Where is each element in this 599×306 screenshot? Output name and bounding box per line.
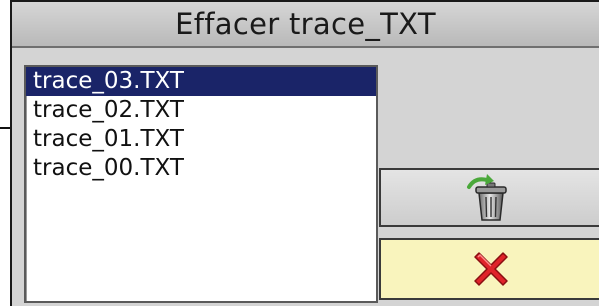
list-item-trace-00[interactable]: trace_00.TXT xyxy=(26,154,376,183)
delete-trace-dialog: Effacer trace_TXT trace_03.TXT trace_02.… xyxy=(10,0,599,306)
cancel-button[interactable] xyxy=(379,238,599,300)
delete-button[interactable] xyxy=(379,168,599,227)
screen: Effacer trace_TXT trace_03.TXT trace_02.… xyxy=(0,0,599,306)
list-item-trace-01[interactable]: trace_01.TXT xyxy=(26,125,376,154)
file-listbox[interactable]: trace_03.TXT trace_02.TXT trace_01.TXT t… xyxy=(24,65,378,303)
trash-can-icon xyxy=(467,173,507,221)
red-x-icon xyxy=(474,252,508,286)
list-item-trace-02[interactable]: trace_02.TXT xyxy=(26,96,376,125)
dialog-title: Effacer trace_TXT xyxy=(12,2,599,48)
list-item-trace-03[interactable]: trace_03.TXT xyxy=(26,67,376,96)
